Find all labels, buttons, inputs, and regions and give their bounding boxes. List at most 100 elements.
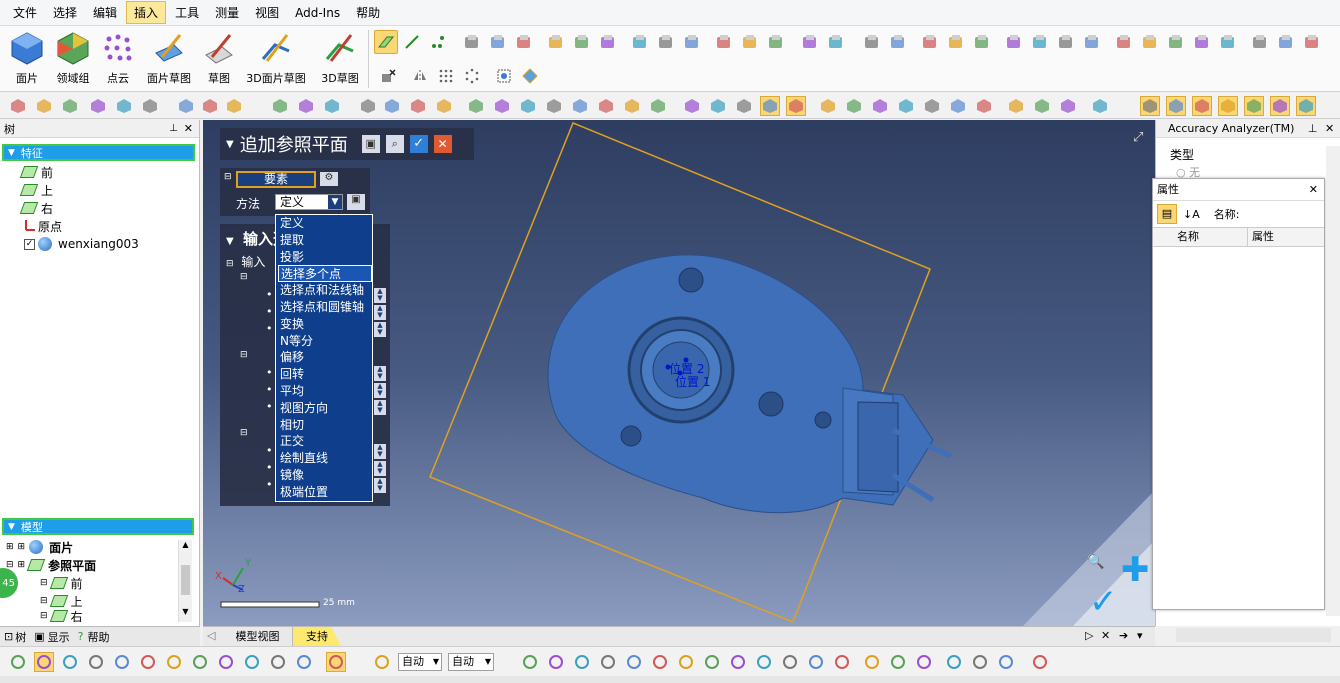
- tab-help[interactable]: 帮助: [87, 629, 109, 645]
- pin-icon[interactable]: ⊥: [169, 123, 178, 134]
- dropdown-option[interactable]: 投影: [278, 249, 372, 266]
- menu-select[interactable]: 选择: [46, 2, 84, 23]
- h-scrollbar[interactable]: [1176, 628, 1331, 642]
- ribbon-tool-icon[interactable]: [1192, 32, 1212, 52]
- view-tool-icon[interactable]: [358, 96, 378, 116]
- maximize-icon[interactable]: ⤢: [1133, 130, 1143, 145]
- dropdown-option[interactable]: 视图方向: [278, 400, 372, 417]
- view-tool-icon[interactable]: [466, 96, 486, 116]
- view-tool-icon[interactable]: [818, 96, 838, 116]
- sketch-button[interactable]: 草图: [202, 30, 236, 90]
- view-tool-icon[interactable]: [708, 96, 728, 116]
- view-tool-icon[interactable]: [1192, 96, 1212, 116]
- model-viewport[interactable]: 位置 2 位置 1 X Y Z 25 mm ⤢ 🔍 ✚ ✓ ▼ 追加参照平面 ▣…: [203, 120, 1155, 626]
- ribbon-tool-icon[interactable]: [1056, 32, 1076, 52]
- dropdown-option[interactable]: 提取: [278, 232, 372, 249]
- menu-file[interactable]: 文件: [6, 2, 44, 23]
- selection-tool-icon[interactable]: [60, 652, 80, 672]
- collapse-icon[interactable]: ⊟: [224, 172, 232, 182]
- region-group-button[interactable]: 领域组: [54, 30, 92, 90]
- dropdown-option[interactable]: 选择点和圆锥轴: [278, 299, 372, 316]
- mesh-button[interactable]: 面片: [8, 30, 46, 90]
- view-tool-icon[interactable]: [140, 96, 160, 116]
- visibility-icon[interactable]: ⊞: [18, 542, 26, 552]
- tab-model-view[interactable]: 模型视图: [223, 627, 293, 646]
- selection-tool-icon[interactable]: [944, 652, 964, 672]
- menu-help[interactable]: 帮助: [349, 2, 387, 23]
- selection-tool-icon[interactable]: [970, 652, 990, 672]
- close-icon[interactable]: ✕: [1325, 122, 1334, 135]
- collapse-icon[interactable]: ▼: [226, 139, 234, 150]
- tree-item-origin[interactable]: 原点: [0, 217, 199, 235]
- selection-tool-icon[interactable]: [888, 652, 908, 672]
- ribbon-tool-icon[interactable]: [546, 32, 566, 52]
- preview-icon[interactable]: ▣: [361, 135, 380, 153]
- tabs-left-icon[interactable]: ◁: [207, 629, 215, 642]
- method-dropdown-list[interactable]: 定义 提取 投影 选择多个点 选择点和法线轴 选择点和圆锥轴 变换 N等分 偏移 回转 平均 视图方向…: [275, 214, 373, 502]
- selection-tool-icon[interactable]: [1030, 652, 1050, 672]
- ribbon-tool-icon[interactable]: [1250, 32, 1270, 52]
- ok-icon[interactable]: ✓: [409, 135, 428, 153]
- ribbon-tool-icon[interactable]: [1166, 32, 1186, 52]
- circular-pattern-icon[interactable]: [462, 66, 482, 86]
- view-tool-icon[interactable]: [570, 96, 590, 116]
- method-select[interactable]: 定义 ▼: [275, 194, 343, 210]
- point-group-toggle[interactable]: ⊟: [240, 272, 248, 282]
- dropdown-option[interactable]: N等分: [278, 333, 372, 350]
- cancel-icon[interactable]: ✕: [433, 135, 452, 153]
- view-tool-icon[interactable]: [114, 96, 134, 116]
- ribbon-tool-icon[interactable]: [630, 32, 650, 52]
- selection-tool-icon[interactable]: [372, 652, 392, 672]
- ribbon-tool-icon[interactable]: [1030, 32, 1050, 52]
- selection-tool-icon[interactable]: [164, 652, 184, 672]
- view-tool-icon[interactable]: [922, 96, 942, 116]
- ref-point-icon[interactable]: [428, 32, 448, 52]
- tree-item-front[interactable]: 前: [0, 163, 199, 181]
- close-icon[interactable]: ✕: [184, 122, 193, 135]
- selection-tool-icon[interactable]: [780, 652, 800, 672]
- dropdown-option[interactable]: 选择多个点: [278, 265, 372, 283]
- collapse-icon[interactable]: ⊟: [226, 259, 234, 269]
- selection-tool-icon[interactable]: [112, 652, 132, 672]
- ribbon-tool-icon[interactable]: [1302, 32, 1322, 52]
- view-tool-icon[interactable]: [270, 96, 290, 116]
- zoom-icon[interactable]: 🔍: [1087, 554, 1104, 570]
- view-tool-icon[interactable]: [648, 96, 668, 116]
- tabs-menu-icon[interactable]: ▾: [1137, 629, 1143, 642]
- model-item-ref-planes[interactable]: ⊟ ⊞ 参照平面: [0, 556, 194, 574]
- view-tool-icon[interactable]: [1166, 96, 1186, 116]
- selection-tool-icon[interactable]: [650, 652, 670, 672]
- mesh-sketch-button[interactable]: 面片草图: [145, 30, 193, 90]
- pin-icon[interactable]: ⊥: [1308, 122, 1318, 135]
- mirror-icon[interactable]: [410, 66, 430, 86]
- selection-tool-icon[interactable]: [138, 652, 158, 672]
- visibility-icon[interactable]: ⊟: [40, 611, 48, 621]
- visibility-icon[interactable]: ⊟: [40, 596, 48, 606]
- view-tool-icon[interactable]: [200, 96, 220, 116]
- selection-tool-icon[interactable]: [216, 652, 236, 672]
- view-tool-icon[interactable]: [544, 96, 564, 116]
- ribbon-tool-icon[interactable]: [972, 32, 992, 52]
- options-icon[interactable]: ⚙: [320, 172, 338, 186]
- view-tool-icon[interactable]: [296, 96, 316, 116]
- ribbon-tool-icon[interactable]: [1140, 32, 1160, 52]
- dropdown-option[interactable]: 变换: [278, 316, 372, 333]
- view-tool-icon[interactable]: [1058, 96, 1078, 116]
- selection-tool-icon[interactable]: [728, 652, 748, 672]
- selection-tool-icon[interactable]: [832, 652, 852, 672]
- ref-line-icon[interactable]: [402, 32, 422, 52]
- selection-tool-icon[interactable]: [268, 652, 288, 672]
- filter-mode-combo[interactable]: 自动 ▼: [448, 653, 494, 671]
- spinner[interactable]: ▲ ▼: [374, 305, 386, 320]
- spinner[interactable]: ▲ ▼: [374, 478, 386, 493]
- visibility-icon[interactable]: ⊞: [18, 560, 26, 570]
- dropdown-option[interactable]: 选择点和法线轴: [278, 282, 372, 299]
- view-tool-icon[interactable]: [844, 96, 864, 116]
- ribbon-tool-icon[interactable]: [656, 32, 676, 52]
- view-tool-icon[interactable]: [1244, 96, 1264, 116]
- method-option-icon[interactable]: ▣: [347, 194, 365, 210]
- view-tool-icon[interactable]: [34, 96, 54, 116]
- ribbon-tool-icon[interactable]: [766, 32, 786, 52]
- dropdown-option[interactable]: 绘制直线: [278, 450, 372, 467]
- spinner[interactable]: ▲ ▼: [374, 461, 386, 476]
